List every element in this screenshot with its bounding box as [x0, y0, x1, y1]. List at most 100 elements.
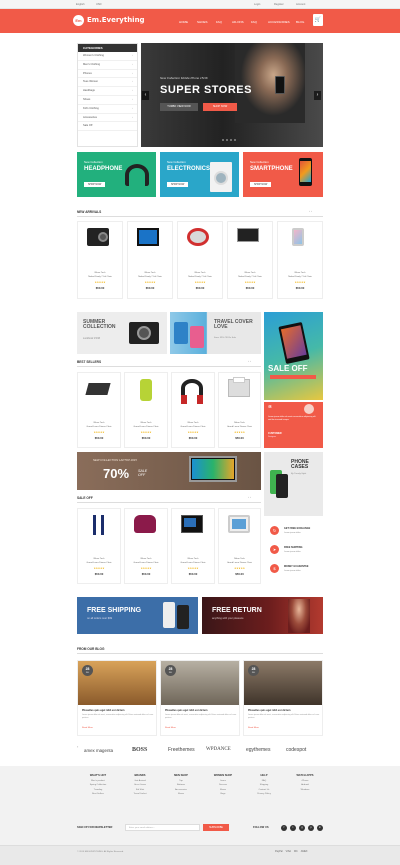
facebook-icon[interactable]: f [281, 825, 287, 831]
blog-post-title[interactable]: Phasellus quis eget nibh est dictum [165, 709, 208, 712]
blog-post-card[interactable]: 28 JUL Phasellus quis eget nibh est dictu… [160, 660, 240, 736]
travel-banner[interactable]: TRAVEL COVER LOVE Save 10% Off On Sale [170, 312, 261, 354]
nav-blog[interactable]: BLOG [296, 20, 304, 24]
brand-logo[interactable]: egythemes [246, 747, 270, 753]
product-card[interactable]: Nikon Tech Grand Luxur Dinner Chair ★★★★… [171, 372, 215, 448]
login-link[interactable]: Login [254, 3, 260, 6]
nav-faq-2[interactable]: FAQ [251, 20, 257, 24]
sale-off-arrows[interactable]: ‹ › [248, 495, 251, 499]
product-name[interactable]: Naked Dealy 7 Jal Chair [228, 276, 272, 278]
linkedin-icon[interactable]: in [317, 825, 323, 831]
product-name[interactable]: Grand Luxur Dinner Chair [125, 426, 167, 428]
currency-selector[interactable]: USD [96, 3, 101, 6]
slider-next-icon[interactable]: › [314, 91, 321, 100]
product-name[interactable]: Grand Luxur Dinner Chair [219, 426, 260, 428]
new-arrivals-arrows[interactable]: ‹ › [309, 209, 312, 213]
product-name[interactable]: Grand Luxur Dinner Chair [219, 562, 260, 564]
blog-post-title[interactable]: Phasellus quis eget nibh est dictum [248, 709, 291, 712]
category-item[interactable]: Phones › [78, 70, 137, 79]
slider-dots[interactable] [222, 138, 238, 142]
product-name[interactable]: Grand Luxur Dinner Chair [172, 562, 214, 564]
brand-logo[interactable]: BOSS [132, 747, 147, 753]
hero-shop-button[interactable]: SHOP NOW [203, 103, 237, 111]
logo-mark[interactable]: Em [73, 15, 84, 26]
product-name[interactable]: Naked Dealy 7 Jal Chair [78, 276, 122, 278]
product-card[interactable]: Nikon Tech Grand Luxur Dinner Chair ★★★★… [218, 508, 261, 584]
brand-logo[interactable]: codespot [286, 747, 306, 753]
product-card[interactable]: Nikon Tech Naked Dealy 7 Jal Chair ★★★★★… [277, 221, 323, 299]
promo-smartphone-button[interactable]: SHOP NOW [250, 182, 272, 187]
promo-smartphone[interactable]: New Collection SMARTPHONE SHOP NOW [243, 152, 323, 197]
twitter-icon[interactable]: t [290, 825, 296, 831]
google-icon[interactable]: g [299, 825, 305, 831]
product-card[interactable]: Nikon Tech Grand Luxur Dinner Chair ★★★★… [77, 372, 121, 448]
laptop-sale-banner[interactable]: NEW COLLECTION LAPTOP 2015 70% SALE OFF [77, 452, 261, 490]
nav-addons[interactable]: AD-ONS [232, 20, 244, 24]
hero-view-button[interactable]: TURBO VIEW NOW [160, 103, 198, 111]
nav-accessories[interactable]: ACCESSORIES [268, 20, 290, 24]
free-shipping-banner[interactable]: FREE SHIPPING on all orders over $99 [77, 597, 198, 634]
category-item[interactable]: Women's Clothing › [78, 52, 137, 61]
read-more-link[interactable]: Read More [248, 727, 259, 729]
phone-cases-banner[interactable]: PHONE CASES By Trendy Style [264, 452, 323, 516]
newsletter-email-input[interactable]: Enter your email address... [125, 824, 200, 831]
blog-post-card[interactable]: 28 JUL Phasellus quis eget nibh est dictu… [243, 660, 323, 736]
product-name[interactable]: Naked Dealy 7 Jal Chair [178, 276, 222, 278]
account-link[interactable]: Account [296, 3, 305, 6]
promo-headphone[interactable]: New Collection HEADPHONE SHOP NOW [77, 152, 156, 197]
cart-button[interactable]: 🛒 [313, 14, 323, 26]
category-item[interactable]: Men's Clothing › [78, 61, 137, 70]
product-name[interactable]: Grand Luxur Dinner Chair [78, 426, 120, 428]
free-return-banner[interactable]: FREE RETURN anything with your pleasure [202, 597, 323, 634]
brand-prev-icon[interactable]: ‹ [77, 744, 78, 749]
read-more-link[interactable]: Read More [165, 727, 176, 729]
brand-logo[interactable]: amex magenta [84, 748, 113, 753]
product-card[interactable]: Nikon Tech Naked Dealy 7 Jal Chair ★★★★★… [177, 221, 223, 299]
category-item[interactable]: Shoes › [78, 96, 137, 105]
logo-text[interactable]: Em.Everything [87, 16, 145, 24]
slider-prev-icon[interactable]: ‹ [142, 91, 149, 100]
category-item[interactable]: Sale Off [78, 122, 137, 132]
language-selector[interactable]: English [76, 3, 85, 6]
promo-headphone-button[interactable]: SHOP NOW [84, 182, 106, 187]
category-item[interactable]: Accessories › [78, 114, 137, 123]
category-item[interactable]: Kid's Clothing › [78, 105, 137, 114]
sale-off-banner[interactable]: SALE OFF [264, 312, 323, 400]
pinterest-icon[interactable]: p [308, 825, 314, 831]
product-name[interactable]: Grand Luxur Dinner Chair [78, 562, 120, 564]
footer-link[interactable]: Bags [203, 792, 243, 796]
footer-link[interactable]: Best Sellers [78, 792, 118, 796]
footer-link[interactable]: Travel Jacket [120, 792, 160, 796]
nav-shoes[interactable]: SHOES [197, 20, 208, 24]
register-link[interactable]: Register [274, 3, 284, 6]
product-name[interactable]: Grand Luxur Dinner Chair [125, 562, 167, 564]
brand-logo[interactable]: Freethemes [168, 747, 195, 753]
promo-electronics-button[interactable]: SHOP NOW [167, 182, 189, 187]
subscribe-button[interactable]: SUBSCRIBE [203, 824, 229, 831]
blog-post-title[interactable]: Phasellus quis eget nibh est dictum [82, 709, 125, 712]
footer-link[interactable]: Privacy Policy [244, 792, 284, 796]
category-item[interactable]: Handbags › [78, 87, 137, 96]
product-card[interactable]: Nikon Tech Grand Luxur Dinner Chair ★★★★… [124, 372, 168, 448]
nav-faq[interactable]: FAQ [216, 20, 222, 24]
product-name[interactable]: Naked Dealy 7 Jal Chair [128, 276, 172, 278]
product-card[interactable]: Nikon Tech Naked Dealy 7 Jal Chair ★★★★★… [77, 221, 123, 299]
product-card[interactable]: Nikon Tech Naked Dealy 7 Jal Chair ★★★★★… [227, 221, 273, 299]
best-sellers-arrows[interactable]: ‹ › [248, 359, 251, 363]
product-card[interactable]: Nikon Tech Naked Dealy 7 Jal Chair ★★★★★… [127, 221, 173, 299]
product-name[interactable]: Grand Luxur Dinner Chair [172, 426, 214, 428]
promo-electronics[interactable]: New Collection ELECTRONICS SHOP NOW [160, 152, 239, 197]
product-card[interactable]: Nikon Tech Grand Luxur Dinner Chair ★★★★… [218, 372, 261, 448]
blog-post-card[interactable]: 28 JUL Phasellus quis eget nibh est dictu… [77, 660, 157, 736]
brand-logo[interactable]: WPDANCE [206, 747, 231, 752]
product-name[interactable]: Naked Dealy 7 Jal Chair [278, 276, 322, 278]
product-card[interactable]: Nikon Tech Grand Luxur Dinner Chair ★★★★… [77, 508, 121, 584]
product-card[interactable]: Nikon Tech Grand Luxur Dinner Chair ★★★★… [171, 508, 215, 584]
footer-link[interactable]: Shoes [161, 792, 201, 796]
nav-home[interactable]: HOME [179, 20, 188, 24]
product-card[interactable]: Nikon Tech Grand Luxur Dinner Chair ★★★★… [124, 508, 168, 584]
summer-collection-banner[interactable]: SUMMER COLLECTION Lookbook 15/16 [77, 312, 167, 354]
read-more-link[interactable]: Read More [82, 727, 93, 729]
category-item[interactable]: Tees Women › [78, 78, 137, 88]
footer-link[interactable]: Windows [285, 788, 325, 792]
